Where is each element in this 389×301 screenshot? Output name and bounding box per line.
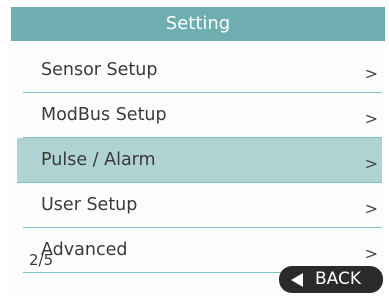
menu-item-label: User Setup <box>41 195 138 215</box>
back-button-label: BACK <box>315 269 362 289</box>
menu-item-user-setup[interactable]: User Setup > <box>23 183 382 228</box>
menu-item-label: ModBus Setup <box>41 105 167 125</box>
settings-screen: Setting Sensor Setup > ModBus Setup > Pu… <box>11 7 385 293</box>
menu-item-label: Advanced <box>41 240 128 260</box>
chevron-right-icon: > <box>364 109 378 128</box>
menu-item-sensor-setup[interactable]: Sensor Setup > <box>23 48 382 93</box>
settings-menu: Sensor Setup > ModBus Setup > Pulse / Al… <box>11 48 385 273</box>
back-button[interactable]: BACK <box>279 266 383 293</box>
chevron-right-icon: > <box>364 199 378 218</box>
menu-item-modbus-setup[interactable]: ModBus Setup > <box>23 93 382 138</box>
chevron-right-icon: > <box>364 64 378 83</box>
chevron-right-icon: > <box>364 154 378 173</box>
menu-item-label: Pulse / Alarm <box>41 150 156 170</box>
chevron-right-icon: > <box>364 244 378 263</box>
page-title: Setting <box>11 7 385 41</box>
menu-item-pulse-alarm[interactable]: Pulse / Alarm > <box>17 138 382 183</box>
left-triangle-icon <box>291 273 303 287</box>
page-indicator: 2/5 <box>29 251 54 269</box>
menu-item-label: Sensor Setup <box>41 60 158 80</box>
